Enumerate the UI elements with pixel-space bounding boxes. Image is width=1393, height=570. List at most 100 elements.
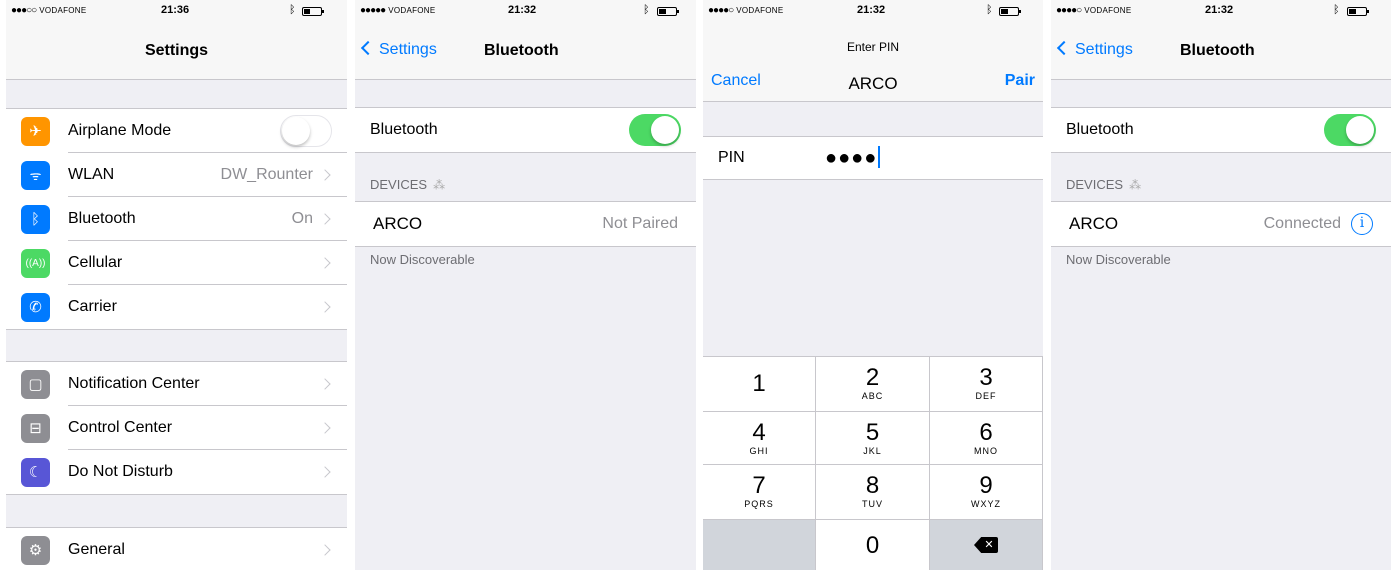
key-4[interactable]: 4 GHI [703,411,816,464]
settings-group-general: ⚙ General [6,527,347,570]
row-bluetooth[interactable]: Bluetooth [1051,108,1391,152]
signal-dots: ●●●●○ [708,5,734,16]
row-do-not-disturb[interactable]: ☾ Do Not Disturb [6,450,347,494]
device-name: ARCO [1069,214,1119,233]
gear-icon: ⚙ [21,535,50,565]
bluetooth-toggle-group: Bluetooth [1051,107,1391,153]
chevron-left-icon [1056,40,1072,56]
bluetooth-toggle-group: Bluetooth [355,107,696,153]
key-6[interactable]: 6 MNO [930,411,1043,464]
status-bar: ●●●●○ VODAFONE 21:32 ᛒ [703,0,1043,22]
row-label: Bluetooth [370,121,438,138]
key-5[interactable]: 5 JKL [816,411,930,464]
device-name: ARCO [373,214,423,233]
row-value: On [291,210,313,227]
airplane-mode-toggle[interactable] [280,115,332,147]
row-carrier[interactable]: ✆ Carrier [6,285,347,329]
nav-bar: Enter PIN Cancel ARCO Pair [703,22,1043,102]
moon-icon: ☾ [21,457,50,487]
signal-dots: ●●●●○ [1056,5,1082,16]
row-label: Carrier [68,298,117,315]
back-button[interactable]: Settings [1056,40,1133,59]
row-control-center[interactable]: ⊟ Control Center [6,406,347,450]
key-7[interactable]: 7 PQRS [703,464,816,519]
row-label: Airplane Mode [68,122,172,139]
key-1[interactable]: 1 [703,356,816,411]
key-0[interactable]: 0 [816,519,930,570]
notification-icon: ▢ [21,369,50,399]
status-time: 21:32 [857,4,886,16]
chevron-right-icon [319,257,331,269]
delete-key[interactable]: ✕ [930,519,1043,570]
chevron-right-icon [319,378,331,390]
spinner-icon: ⁂ [1129,178,1142,192]
row-bluetooth[interactable]: ᛒ Bluetooth On [6,197,347,241]
settings-group-connectivity: ✈ Airplane Mode ᯤ WLAN DW_Rounter ᛒ Blue… [6,108,347,330]
row-label: General [68,541,125,558]
info-icon[interactable]: i [1351,213,1373,235]
row-label: Cellular [68,254,123,271]
settings-screen: ●●●○○ VODAFONE 21:36 ᛒ Settings ✈ Airplan… [6,0,347,570]
status-time: 21:32 [508,4,537,16]
row-cellular[interactable]: ((A)) Cellular [6,241,347,285]
row-bluetooth[interactable]: Bluetooth [355,108,696,152]
wifi-icon: ᯤ [21,160,50,190]
device-name: ARCO [848,74,898,93]
row-general[interactable]: ⚙ General [6,528,347,570]
status-time: 21:32 [1205,4,1234,16]
discoverable-text: Now Discoverable [370,252,475,267]
nav-bar: Settings [6,22,347,80]
backspace-icon: ✕ [974,537,998,553]
bluetooth-status-icon: ᛒ [986,4,993,16]
carrier-name: VODAFONE [39,6,87,15]
back-button[interactable]: Settings [360,40,437,59]
numeric-keypad: 1 2 ABC 3 DEF 4 GHI 5 JKL 6 MNO 7 PQRS 8 TUV 9W… [703,356,1043,570]
key-2[interactable]: 2 ABC [816,356,930,411]
bluetooth-status-icon: ᛒ [1333,4,1340,16]
nav-bar: Settings Bluetooth [1051,22,1391,80]
page-title: Bluetooth [484,42,559,59]
row-label: Bluetooth [1066,121,1134,138]
cellular-icon: ((A)) [21,248,50,278]
text-cursor [878,146,881,168]
row-wlan[interactable]: ᯤ WLAN DW_Rounter [6,153,347,197]
row-label: Notification Center [68,375,200,392]
row-label: Bluetooth [68,210,136,227]
chevron-left-icon [360,40,376,56]
row-label: WLAN [68,166,115,183]
pair-button[interactable]: Pair [1005,72,1035,90]
signal-dots: ●●●○○ [11,5,37,16]
pin-label: PIN [718,149,745,166]
carrier-name: VODAFONE [388,6,436,15]
settings-group-system: ▢ Notification Center ⊟ Control Center ☾… [6,361,347,495]
devices-header: DEVICES ⁂ [1066,177,1142,192]
bluetooth-icon: ᛒ [21,204,50,234]
device-row-arco[interactable]: ARCO Not Paired [355,202,696,246]
battery-icon [1347,7,1369,16]
row-notification-center[interactable]: ▢ Notification Center [6,362,347,406]
key-9[interactable]: 9 WXYZ [930,464,1043,519]
chevron-right-icon [319,301,331,313]
status-bar: ●●●●● VODAFONE 21:32 ᛒ [355,0,696,22]
device-status: Not Paired [602,215,678,232]
pin-field[interactable]: PIN ●●●● [703,136,1043,180]
devices-group: ARCO Not Paired [355,201,696,247]
carrier-name: VODAFONE [1084,6,1132,15]
bluetooth-toggle[interactable] [629,114,681,146]
bluetooth-toggle[interactable] [1324,114,1376,146]
discoverable-text: Now Discoverable [1066,252,1171,267]
battery-icon [302,7,324,16]
chevron-right-icon [319,466,331,478]
key-blank [703,519,816,570]
bluetooth-status-icon: ᛒ [643,4,650,16]
devices-header: DEVICES ⁂ [370,177,446,192]
key-3[interactable]: 3 DEF [930,356,1043,411]
pin-input[interactable]: ●●●● [825,146,881,170]
row-airplane-mode[interactable]: ✈ Airplane Mode [6,109,347,153]
device-row-arco[interactable]: ARCO Connected i [1051,202,1391,246]
nav-bar: Settings Bluetooth [355,22,696,80]
key-8[interactable]: 8 TUV [816,464,930,519]
battery-icon [999,7,1021,16]
status-time: 21:36 [161,4,190,16]
devices-group: ARCO Connected i [1051,201,1391,247]
